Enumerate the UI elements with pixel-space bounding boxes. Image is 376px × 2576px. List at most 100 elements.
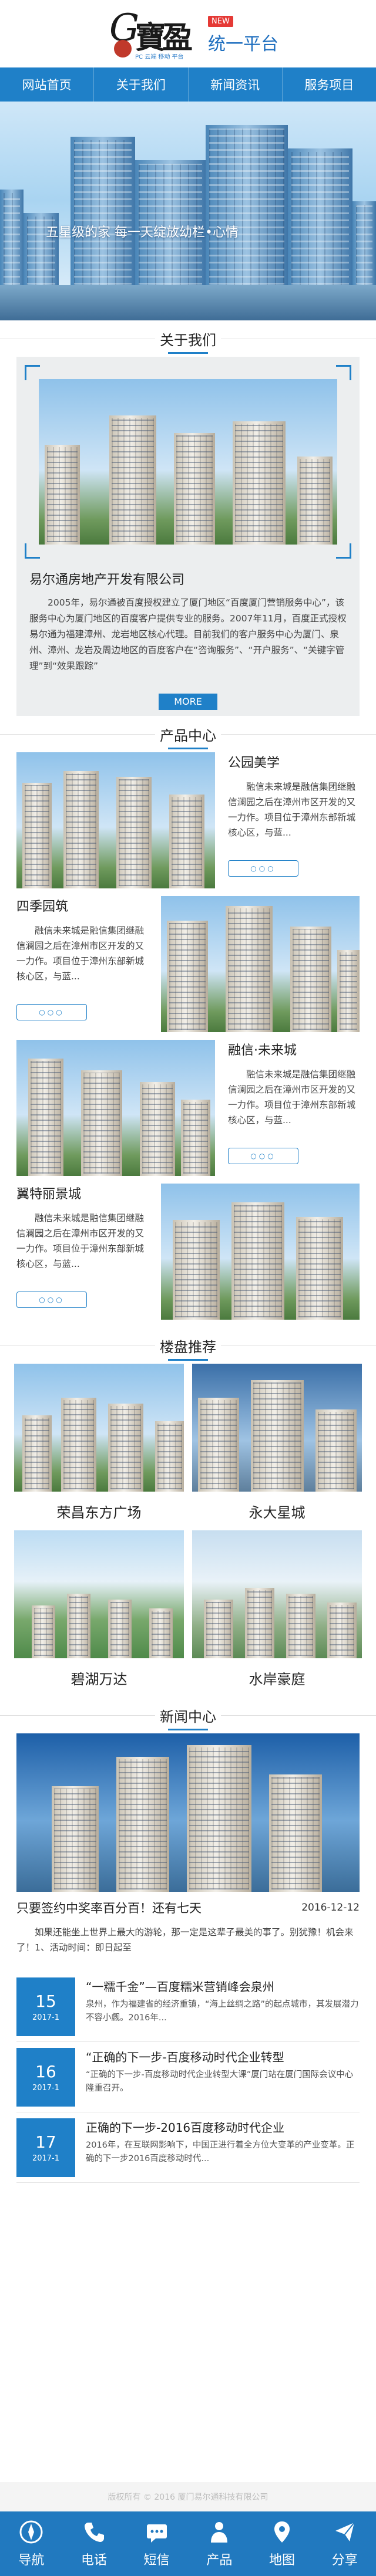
tower	[315, 1409, 357, 1492]
frame-corner	[336, 365, 351, 380]
product-more-button[interactable]: ○○○	[228, 1148, 298, 1164]
news-year-month: 2017-1	[32, 2013, 60, 2022]
news-featured[interactable]: 只要签约中奖率百分百！还有七天 2016-12-12 如果还能坐上世界上最大的游…	[16, 1733, 360, 1956]
tower	[45, 445, 80, 545]
banner-tagline: 五星级的家 每一天绽放幼栏•心情	[46, 225, 239, 240]
tab-label: 电话	[81, 2553, 108, 2568]
company-intro: 2005年，易尔通被百度授权建立了厦门地区“百度厦门营销服务中心”，该服务中心为…	[29, 597, 347, 671]
tower	[296, 1217, 343, 1320]
banner-building	[0, 190, 24, 295]
tab-phone[interactable]: 电话	[63, 2511, 126, 2576]
main-nav: 网站首页 关于我们 新闻资讯 服务项目	[0, 67, 376, 102]
tower	[173, 1220, 220, 1320]
product-item[interactable]: 公园美学 融信未来城是融信集团继融信澜园之后在漳州市区开发的又一力作。项目位于漳…	[16, 752, 360, 896]
tower	[337, 950, 360, 1032]
tab-products[interactable]: 产品	[188, 2511, 251, 2576]
product-icon	[211, 2522, 228, 2543]
news-desc: “正确的下一步-百度移动时代企业转型大课”厦门站在厦门国际会议中心隆重召开。	[86, 2070, 354, 2093]
section-title-text: 新闻中心	[155, 1705, 221, 1730]
news-date-block: 17 2017-1	[16, 2118, 75, 2177]
estate-item[interactable]: 碧湖万达	[14, 1530, 184, 1697]
product-image[interactable]	[16, 752, 215, 888]
product-info: 融信·未来城 融信未来城是融信集团继融信澜园之后在漳州市区开发的又一力作。项目位…	[228, 1040, 357, 1164]
product-name: 四季园筑	[16, 900, 69, 914]
tab-label: 导航	[18, 2553, 45, 2568]
share-icon	[335, 2522, 355, 2541]
news-featured-date: 2016-12-12	[301, 1902, 360, 1914]
estate-image[interactable]	[14, 1364, 184, 1492]
news-body: 正确的下一步-2016百度移动时代企业 2016年，在互联网影响下，中国正进行着…	[75, 2118, 360, 2176]
logo-text: 寶盈	[135, 19, 193, 56]
product-desc: 融信未来城是融信集团继融信澜园之后在漳州市区开发的又一力作。项目位于漳州东部新城…	[228, 782, 356, 838]
product-item[interactable]: 翼特丽景城 融信未来城是融信集团继融信澜园之后在漳州市区开发的又一力作。项目位于…	[16, 1184, 360, 1327]
tower	[297, 457, 333, 545]
product-list: 公园美学 融信未来城是融信集团继融信澜园之后在漳州市区开发的又一力作。项目位于漳…	[16, 752, 360, 1327]
hero-banner[interactable]: 五星级的家 每一天绽放幼栏•心情	[0, 102, 376, 320]
platform-title: NEW 统一平台	[208, 12, 278, 55]
map-pin-icon	[274, 2521, 290, 2543]
estate-item[interactable]: 永大星城	[192, 1364, 362, 1530]
tab-navigate[interactable]: 导航	[0, 2511, 63, 2576]
news-list-item[interactable]: 16 2017-1 “正确的下一步-百度移动时代企业转型 “正确的下一步-百度移…	[16, 2042, 360, 2112]
tower	[52, 1786, 99, 1892]
product-image[interactable]	[161, 896, 360, 1032]
tower	[226, 906, 273, 1032]
estate-name: 永大星城	[249, 1504, 306, 1521]
news-day: 17	[35, 2132, 56, 2152]
tower	[22, 783, 52, 888]
news-date-block: 16 2017-1	[16, 2048, 75, 2107]
tower	[233, 421, 286, 545]
tab-map[interactable]: 地图	[251, 2511, 314, 2576]
tower	[67, 1594, 90, 1658]
estate-item[interactable]: 荣昌东方广场	[14, 1364, 184, 1530]
nav-item-services[interactable]: 服务项目	[283, 67, 376, 102]
product-more-button[interactable]: ○○○	[16, 1292, 87, 1308]
product-image[interactable]	[16, 1040, 215, 1176]
news-title[interactable]: “一糯千金”—百度糯米营销峰会泉州	[86, 1977, 360, 1994]
tower	[167, 921, 208, 1032]
product-desc: 融信未来城是融信集团继融信澜园之后在漳州市区开发的又一力作。项目位于漳州东部新城…	[16, 1213, 145, 1269]
frame-corner	[25, 365, 40, 380]
section-title-news: 新闻中心	[0, 1697, 376, 1733]
about-card: 易尔通房地产开发有限公司 2005年，易尔通被百度授权建立了厦门地区“百度厦门营…	[16, 357, 360, 716]
news-featured-image[interactable]	[16, 1733, 360, 1892]
more-button[interactable]: MORE	[159, 694, 217, 710]
news-date-block: 15 2017-1	[16, 1977, 75, 2036]
estate-image[interactable]	[14, 1530, 184, 1658]
product-info: 四季园筑 融信未来城是融信集团继融信澜园之后在漳州市区开发的又一力作。项目位于漳…	[16, 896, 146, 1020]
tower	[251, 1380, 304, 1492]
news-title[interactable]: 正确的下一步-2016百度移动时代企业	[86, 2118, 360, 2135]
tab-share[interactable]: 分享	[313, 2511, 376, 2576]
estate-name: 碧湖万达	[70, 1671, 127, 1688]
about-image[interactable]	[16, 357, 360, 567]
estate-name: 荣昌东方广场	[56, 1504, 142, 1521]
product-more-button[interactable]: ○○○	[16, 1004, 87, 1020]
product-image[interactable]	[161, 1184, 360, 1320]
logo-slogan: PC 云端 移动 平台	[135, 53, 184, 60]
estate-item[interactable]: 水岸豪庭	[192, 1530, 362, 1697]
tower	[174, 433, 215, 545]
news-list-item[interactable]: 17 2017-1 正确的下一步-2016百度移动时代企业 2016年，在互联网…	[16, 2112, 360, 2183]
tower	[198, 1398, 239, 1492]
bottom-tabbar: 导航 电话 短信 产品 地图 分享	[0, 2511, 376, 2576]
estate-image[interactable]	[192, 1364, 362, 1492]
news-featured-title[interactable]: 只要签约中奖率百分百！还有七天	[16, 1899, 202, 1916]
news-title[interactable]: “正确的下一步-百度移动时代企业转型	[86, 2048, 360, 2065]
product-more-button[interactable]: ○○○	[228, 860, 298, 877]
product-item[interactable]: 融信·未来城 融信未来城是融信集团继融信澜园之后在漳州市区开发的又一力作。项目位…	[16, 1040, 360, 1184]
news-day: 16	[35, 2062, 56, 2081]
nav-item-news[interactable]: 新闻资讯	[189, 67, 283, 102]
tab-sms[interactable]: 短信	[125, 2511, 188, 2576]
logo-seal-icon	[114, 39, 132, 58]
estate-image[interactable]	[192, 1530, 362, 1658]
tower	[61, 1398, 96, 1492]
tower	[269, 1774, 322, 1892]
product-info: 公园美学 融信未来城是融信集团继融信澜园之后在漳州市区开发的又一力作。项目位于漳…	[228, 752, 357, 877]
company-name: 易尔通房地产开发有限公司	[29, 573, 185, 587]
nav-item-about[interactable]: 关于我们	[94, 67, 189, 102]
estate-photo	[14, 1530, 184, 1658]
nav-item-home[interactable]: 网站首页	[0, 67, 95, 102]
logo[interactable]: G 寶盈 PC 云端 移动 平台	[98, 5, 203, 63]
product-item[interactable]: 四季园筑 融信未来城是融信集团继融信澜园之后在漳州市区开发的又一力作。项目位于漳…	[16, 896, 360, 1040]
news-list-item[interactable]: 15 2017-1 “一糯千金”—百度糯米营销峰会泉州 泉州，作为福建省的经济重…	[16, 1972, 360, 2042]
